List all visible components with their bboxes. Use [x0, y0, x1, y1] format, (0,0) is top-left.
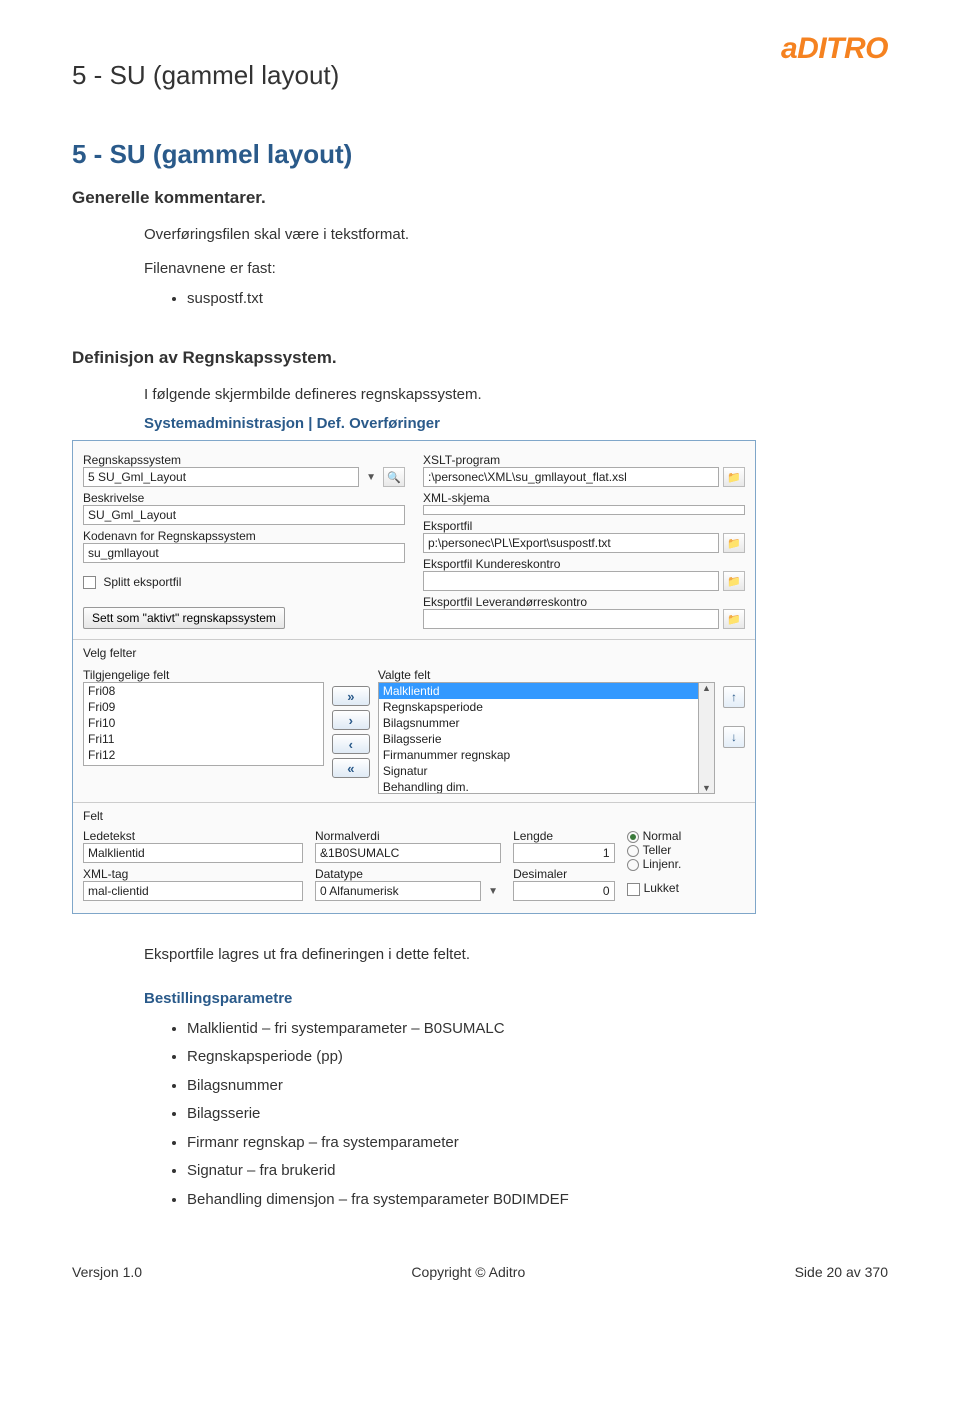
velg-felter-label: Velg felter [83, 646, 745, 660]
definisjon-path: Systemadministrasjon | Def. Overføringer [144, 415, 888, 432]
valgte-label: Valgte felt [378, 668, 715, 682]
beskrivelse-label: Beskrivelse [83, 491, 405, 505]
move-left-button[interactable]: ‹ [332, 734, 370, 754]
scroll-up-icon[interactable]: ▲ [702, 683, 711, 693]
splitt-checkbox[interactable] [83, 576, 96, 589]
xslt-label: XSLT-program [423, 453, 745, 467]
eksport-lev-label: Eksportfil Leverandørreskontro [423, 595, 745, 609]
bestilling-item: Regnskapsperiode (pp) [187, 1043, 888, 1072]
brand-logo: aDITRO [781, 32, 888, 66]
regnskapssystem-label: Regnskapssystem [83, 453, 405, 467]
move-all-right-button[interactable]: » [332, 686, 370, 706]
list-item[interactable]: Fri10 [84, 715, 323, 731]
kodenavn-input[interactable]: su_gmllayout [83, 543, 405, 563]
radio-normal[interactable] [627, 831, 639, 843]
bestilling-item: Bilagsserie [187, 1100, 888, 1129]
list-item[interactable]: Bilagsnummer [379, 715, 698, 731]
definisjon-line1: I følgende skjermbilde defineres regnska… [144, 382, 888, 408]
list-item[interactable]: Fri08 [84, 683, 323, 699]
bestilling-item: Malklientid – fri systemparameter – B0SU… [187, 1015, 888, 1044]
list-item[interactable]: Behandling dim. [379, 779, 698, 794]
list-item[interactable]: Fri09 [84, 699, 323, 715]
browse-icon[interactable]: 📁 [723, 609, 745, 629]
browse-icon[interactable]: 📁 [723, 533, 745, 553]
scroll-down-icon[interactable]: ▼ [702, 783, 711, 793]
selected-listbox[interactable]: Malklientid Regnskapsperiode Bilagsnumme… [378, 682, 699, 794]
list-item[interactable]: Bilagsserie [379, 731, 698, 747]
xmltag-input[interactable]: mal-clientid [83, 881, 303, 901]
footer-version: Versjon 1.0 [72, 1264, 142, 1280]
tilgjengelige-label: Tilgjengelige felt [83, 668, 324, 682]
browse-icon[interactable]: 📁 [723, 571, 745, 591]
generelle-line2: Filenavnene er fast: [144, 256, 888, 282]
move-down-button[interactable]: ↓ [723, 726, 745, 748]
kodenavn-label: Kodenavn for Regnskapssystem [83, 529, 405, 543]
move-up-button[interactable]: ↑ [723, 686, 745, 708]
running-header: 5 - SU (gammel layout) [72, 60, 888, 91]
footer-page: Side 20 av 370 [795, 1264, 888, 1280]
list-item[interactable]: Firmanummer regnskap [379, 747, 698, 763]
search-icon[interactable]: 🔍 [383, 467, 405, 487]
ledetekst-label: Ledetekst [83, 829, 303, 843]
xmlskjema-label: XML-skjema [423, 491, 745, 505]
list-item[interactable]: Regnskapsperiode [379, 699, 698, 715]
beskrivelse-input[interactable]: SU_Gml_Layout [83, 505, 405, 525]
radio-linjenr-label: Linjenr. [643, 857, 682, 871]
list-item[interactable]: Fri11 [84, 731, 323, 747]
list-item[interactable]: Signatur [379, 763, 698, 779]
list-item[interactable]: Fri12 [84, 747, 323, 763]
browse-icon[interactable]: 📁 [723, 467, 745, 487]
section-title: 5 - SU (gammel layout) [72, 139, 888, 170]
set-active-button[interactable]: Sett som "aktivt" regnskapssystem [83, 607, 285, 629]
config-panel: Regnskapssystem 5 SU_Gml_Layout ▼ 🔍 Besk… [72, 440, 756, 914]
lukket-checkbox[interactable] [627, 883, 640, 896]
xmlskjema-input[interactable] [423, 505, 745, 515]
generelle-heading: Generelle kommentarer. [72, 188, 888, 208]
bestilling-heading: Bestillingsparametre [144, 990, 888, 1007]
desimaler-label: Desimaler [513, 867, 615, 881]
normalverdi-input[interactable]: &1B0SUMALC [315, 843, 501, 863]
generelle-bullet: suspostf.txt [187, 285, 888, 314]
move-all-left-button[interactable]: « [332, 758, 370, 778]
bestilling-item: Bilagsnummer [187, 1072, 888, 1101]
felt-section-label: Felt [83, 809, 745, 823]
dropdown-icon[interactable]: ▼ [363, 472, 379, 483]
regnskapssystem-input[interactable]: 5 SU_Gml_Layout [83, 467, 359, 487]
eksportfile-text: Eksportfile lagres ut fra defineringen i… [144, 942, 888, 968]
lengde-input[interactable]: 1 [513, 843, 615, 863]
bestilling-item: Signatur – fra brukerid [187, 1157, 888, 1186]
xmltag-label: XML-tag [83, 867, 303, 881]
definisjon-heading: Definisjon av Regnskapssystem. [72, 348, 888, 368]
eksport-kunde-label: Eksportfil Kundereskontro [423, 557, 745, 571]
ledetekst-input[interactable]: Malklientid [83, 843, 303, 863]
xslt-input[interactable]: :\personec\XML\su_gmllayout_flat.xsl [423, 467, 719, 487]
datatype-label: Datatype [315, 867, 501, 881]
radio-normal-label: Normal [643, 829, 682, 843]
eksportfil-label: Eksportfil [423, 519, 745, 533]
dropdown-icon[interactable]: ▼ [485, 886, 501, 897]
desimaler-input[interactable]: 0 [513, 881, 615, 901]
available-listbox[interactable]: Fri08 Fri09 Fri10 Fri11 Fri12 [83, 682, 324, 766]
lengde-label: Lengde [513, 829, 615, 843]
footer-copyright: Copyright © Aditro [411, 1264, 525, 1280]
list-item[interactable]: Malklientid [379, 683, 698, 699]
datatype-select[interactable]: 0 Alfanumerisk [315, 881, 481, 901]
generelle-line1: Overføringsfilen skal være i tekstformat… [144, 222, 888, 248]
eksport-kunde-input[interactable] [423, 571, 719, 591]
eksport-lev-input[interactable] [423, 609, 719, 629]
splitt-label: Splitt eksportfil [103, 575, 181, 589]
radio-teller-label: Teller [643, 843, 672, 857]
eksportfil-input[interactable]: p:\personec\PL\Export\suspostf.txt [423, 533, 719, 553]
move-right-button[interactable]: › [332, 710, 370, 730]
radio-linjenr[interactable] [627, 859, 639, 871]
radio-teller[interactable] [627, 845, 639, 857]
normalverdi-label: Normalverdi [315, 829, 501, 843]
bestilling-item: Firmanr regnskap – fra systemparameter [187, 1129, 888, 1158]
bestilling-item: Behandling dimensjon – fra systemparamet… [187, 1186, 888, 1215]
lukket-label: Lukket [644, 881, 679, 895]
